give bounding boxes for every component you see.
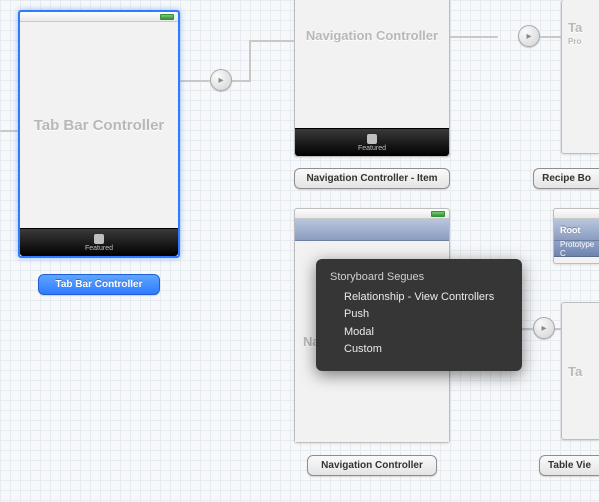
battery-icon bbox=[431, 211, 445, 217]
segue-line bbox=[180, 80, 210, 82]
status-bar bbox=[20, 12, 178, 22]
popup-item-relationship[interactable]: Relationship - View Controllers bbox=[330, 289, 508, 307]
star-icon bbox=[94, 234, 104, 244]
star-icon bbox=[367, 134, 377, 144]
segue-line bbox=[231, 80, 251, 82]
segue-node[interactable]: ▸ bbox=[210, 69, 232, 91]
tab-bar: Featured bbox=[295, 128, 449, 156]
scene-label-nav-2[interactable]: Navigation Controller bbox=[307, 455, 437, 476]
right-scene-mid[interactable]: Root Prototype C bbox=[553, 208, 599, 264]
scene-label-tab-bar[interactable]: Tab Bar Controller bbox=[38, 274, 160, 295]
segue-line bbox=[249, 40, 251, 82]
segue-popup: Storyboard Segues Relationship - View Co… bbox=[316, 259, 522, 371]
scene-label-right-bottom[interactable]: Table Vie bbox=[539, 455, 599, 476]
scene-title: Navigation Controller bbox=[295, 0, 449, 128]
scene-label-right-top[interactable]: Recipe Bo bbox=[533, 168, 599, 189]
popup-item-custom[interactable]: Custom bbox=[330, 341, 508, 359]
segue-line bbox=[249, 40, 294, 42]
popup-item-modal[interactable]: Modal bbox=[330, 324, 508, 342]
right-scene-top[interactable]: Ta Pro bbox=[561, 0, 599, 154]
scene-title: Tab Bar Controller bbox=[20, 22, 178, 228]
scene-title-fragment: Ta bbox=[568, 364, 582, 379]
tab-bar: Featured bbox=[20, 228, 178, 256]
scene-label-nav-1[interactable]: Navigation Controller - Item bbox=[294, 168, 450, 189]
popup-header: Storyboard Segues bbox=[330, 269, 508, 287]
segue-line bbox=[0, 130, 18, 132]
nav-bar bbox=[295, 219, 449, 241]
tab-label: Featured bbox=[358, 145, 386, 152]
cell-fragment: Prototype C bbox=[554, 241, 599, 257]
nav-bar-fragment: Root bbox=[554, 219, 599, 241]
tab-label: Featured bbox=[85, 245, 113, 252]
right-scene-bottom[interactable]: Ta bbox=[561, 302, 599, 440]
battery-icon bbox=[160, 14, 174, 20]
segue-node[interactable]: ▸ bbox=[518, 25, 540, 47]
nav-controller-1-scene[interactable]: Navigation Controller Featured bbox=[294, 0, 450, 157]
scene-subtitle-fragment: Pro bbox=[568, 37, 581, 46]
segue-line bbox=[450, 36, 498, 38]
scene-title-fragment: Ta bbox=[568, 20, 582, 35]
status-bar bbox=[295, 209, 449, 219]
popup-item-push[interactable]: Push bbox=[330, 306, 508, 324]
tab-bar-controller-scene[interactable]: Tab Bar Controller Featured bbox=[18, 10, 180, 258]
segue-node[interactable]: ▸ bbox=[533, 317, 555, 339]
